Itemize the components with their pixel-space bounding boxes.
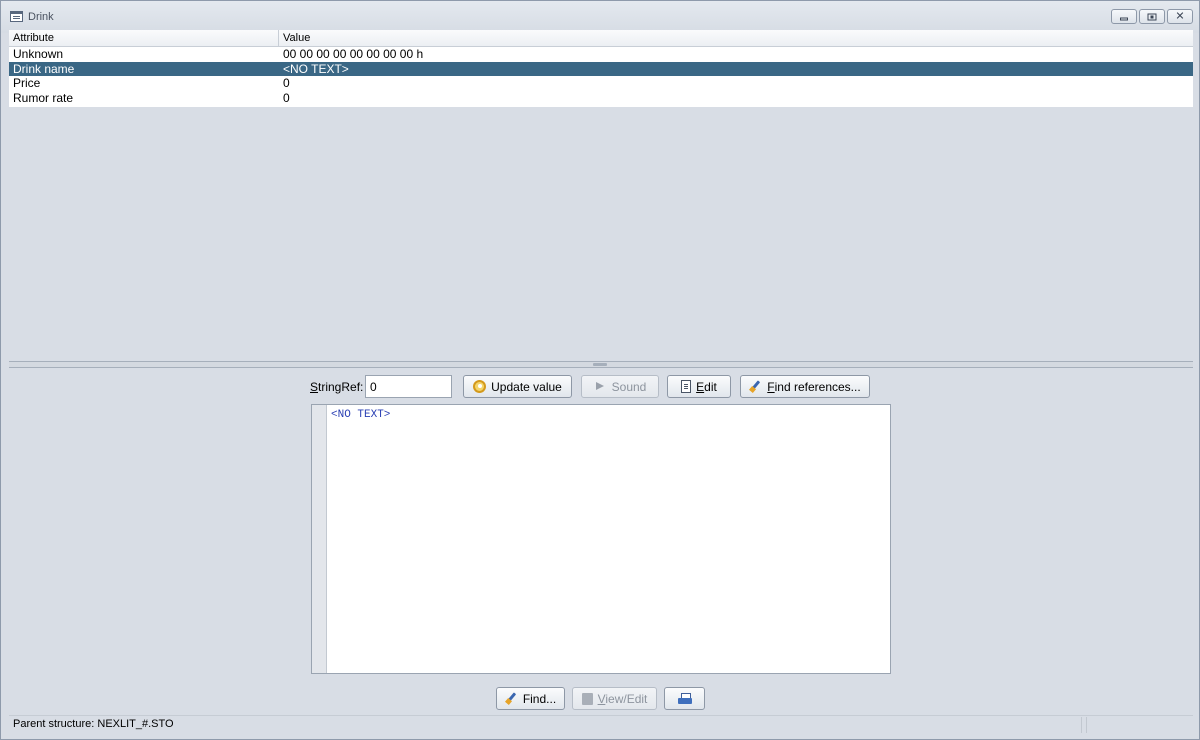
drink-window: Drink ✕ Attribute Value Unknown 00 00 00… — [0, 0, 1200, 740]
table-header: Attribute Value — [9, 30, 1193, 47]
minimize-button[interactable] — [1111, 9, 1137, 24]
view-edit-label: View/Edit — [597, 691, 648, 706]
split-pane-divider[interactable] — [9, 361, 1193, 368]
table-row-selected[interactable]: Drink name <NO TEXT> — [9, 61, 1193, 76]
find-references-label: Find references... — [767, 379, 861, 394]
window-title: Drink — [28, 11, 54, 23]
view-edit-button[interactable]: View/Edit — [572, 687, 657, 710]
window-controls: ✕ — [1111, 9, 1193, 24]
minimize-icon — [1120, 17, 1128, 20]
text-editor[interactable]: <NO TEXT> — [311, 404, 891, 674]
value-cell: 0 — [283, 90, 290, 105]
print-button[interactable] — [664, 687, 705, 710]
value-cell: 00 00 00 00 00 00 00 00 h — [283, 47, 424, 61]
edit-label-mnemonic: E — [696, 379, 705, 394]
view-edit-icon — [581, 692, 593, 705]
sound-button[interactable]: Sound — [581, 375, 659, 398]
splitter-grip-icon[interactable] — [593, 363, 607, 366]
find-button[interactable]: Find... — [496, 687, 565, 710]
editor-gutter — [312, 405, 327, 673]
editor-content[interactable]: <NO TEXT> — [331, 409, 390, 421]
table-row[interactable]: Unknown 00 00 00 00 00 00 00 00 h — [9, 47, 1193, 62]
find-references-label-mnemonic: F — [767, 379, 775, 394]
stringref-input[interactable] — [365, 375, 452, 398]
status-bar: Parent structure: NEXLIT_#.STO — [9, 715, 1193, 733]
parent-structure-status: Parent structure: NEXLIT_#.STO — [13, 718, 174, 730]
value-cell: 0 — [283, 76, 290, 90]
edit-button[interactable]: Edit — [667, 375, 731, 398]
table-row[interactable]: Rumor rate 0 — [9, 91, 1193, 106]
refresh-icon — [473, 380, 487, 393]
column-header-attribute[interactable]: Attribute — [9, 30, 279, 46]
title-bar: Drink ✕ — [1, 1, 1199, 33]
stringref-label: StringRef: — [310, 380, 364, 394]
maximize-icon — [1147, 13, 1157, 20]
printer-icon — [677, 693, 692, 704]
update-value-button[interactable]: Update value — [463, 375, 572, 398]
stringref-label-rest: tringRef: — [318, 380, 364, 394]
find-references-button[interactable]: Find references... — [740, 375, 870, 398]
play-icon — [594, 380, 607, 393]
table-window-icon — [10, 11, 23, 22]
find-wand-icon — [749, 380, 762, 393]
attribute-cell: Price — [13, 76, 41, 90]
attribute-cell: Unknown — [13, 47, 64, 61]
sound-label: Sound — [611, 379, 647, 394]
document-icon — [681, 380, 692, 393]
status-divider — [1086, 717, 1087, 733]
maximize-button[interactable] — [1139, 9, 1165, 24]
edit-label: Edit — [696, 379, 717, 394]
column-header-value[interactable]: Value — [279, 30, 314, 46]
attribute-cell: Drink name — [13, 61, 75, 76]
find-label: Find... — [522, 691, 557, 706]
close-icon: ✕ — [1175, 10, 1185, 22]
update-value-label: Update value — [491, 379, 562, 394]
close-button[interactable]: ✕ — [1167, 9, 1193, 24]
table-row[interactable]: Price 0 — [9, 76, 1193, 91]
attribute-table: Attribute Value Unknown 00 00 00 00 00 0… — [9, 30, 1193, 107]
view-edit-label-mnemonic: V — [597, 691, 606, 706]
find-wand-icon — [505, 692, 518, 705]
status-divider — [1081, 717, 1082, 733]
attribute-cell: Rumor rate — [13, 90, 74, 105]
value-cell: <NO TEXT> — [283, 61, 349, 76]
